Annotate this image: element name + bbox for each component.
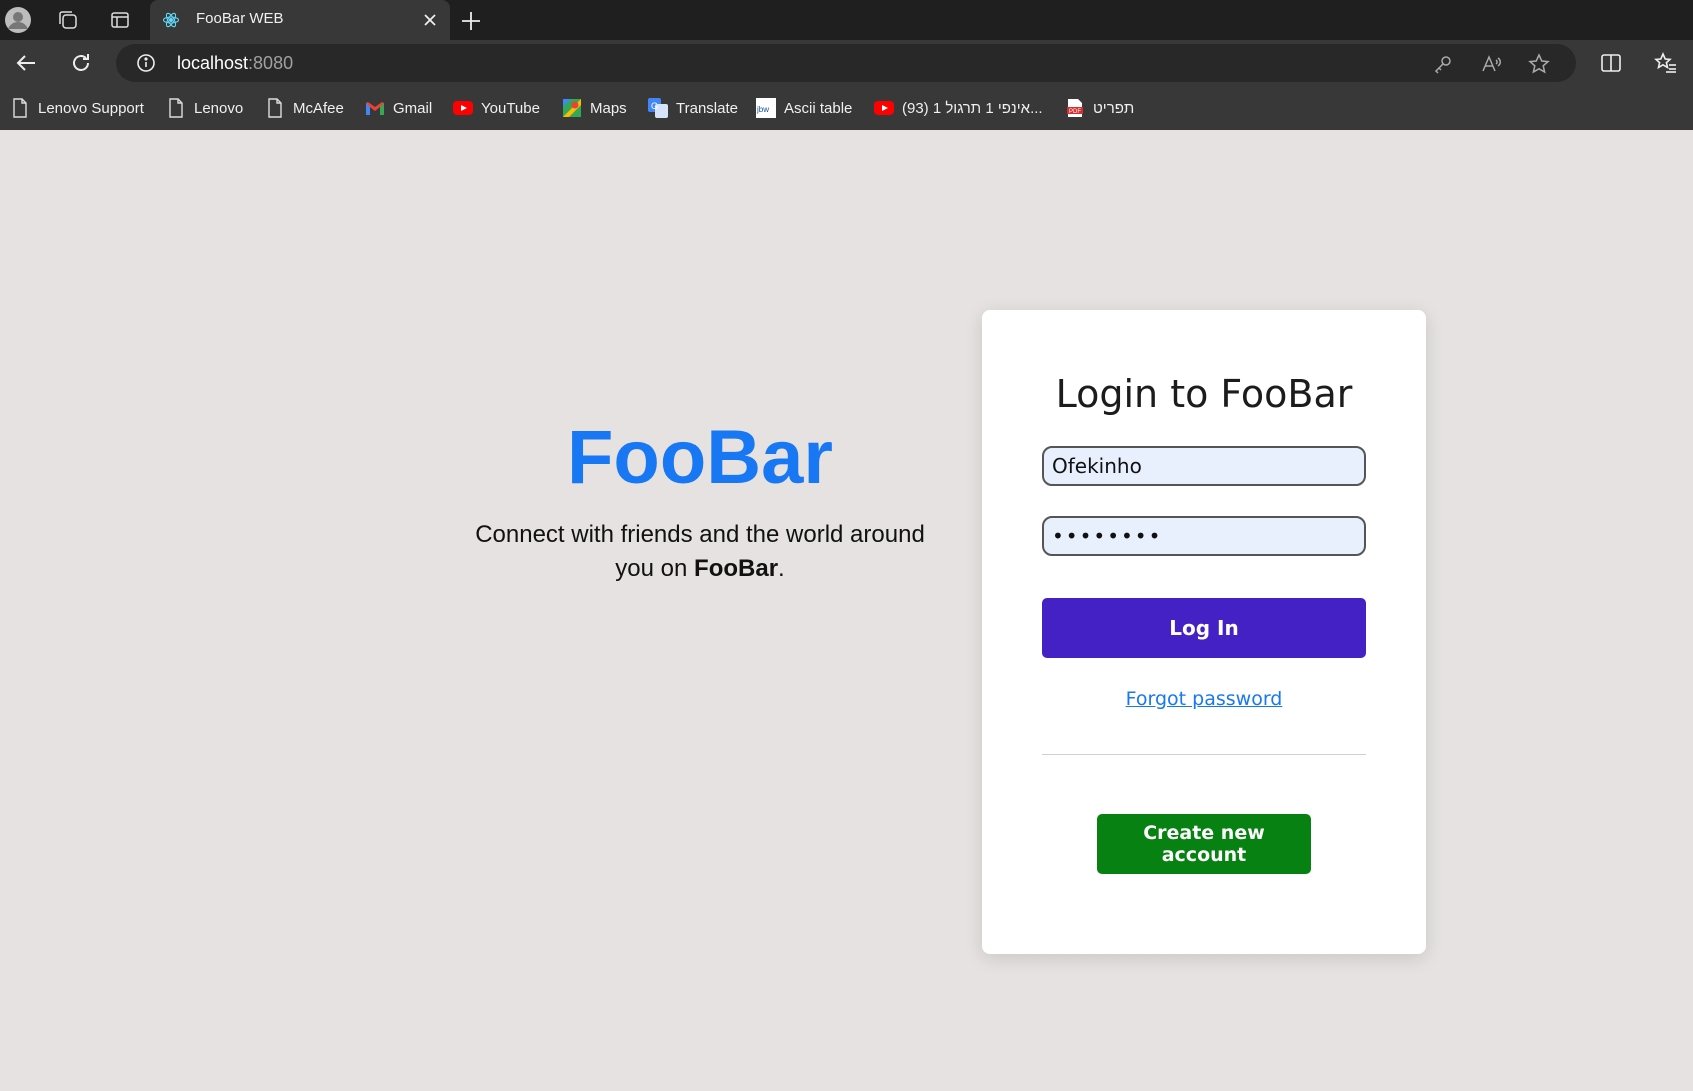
- bookmark-lenovo[interactable]: Lenovo: [166, 97, 243, 119]
- bookmark-label: Gmail: [393, 99, 433, 117]
- new-tab-icon[interactable]: [458, 8, 484, 34]
- bookmark-label: Translate: [676, 99, 738, 117]
- bookmark-translate[interactable]: G Translate: [648, 97, 738, 119]
- brand-tagline: Connect with friends and the world aroun…: [460, 518, 940, 586]
- bookmark-label: תפריט: [1093, 99, 1135, 117]
- bookmark-label: (93) אינפי 1 תרגול 1...: [902, 99, 1043, 117]
- bookmarks-bar: Lenovo Support Lenovo McAfee Gmail YouTu…: [0, 86, 1693, 130]
- bookmark-youtube[interactable]: YouTube: [453, 97, 540, 119]
- password-input[interactable]: [1042, 516, 1366, 556]
- bookmark-mcafee[interactable]: McAfee: [265, 97, 344, 119]
- page-content: FooBar Connect with friends and the worl…: [0, 130, 1693, 1091]
- gmail-icon: [365, 98, 385, 118]
- bookmark-label: Lenovo Support: [38, 99, 144, 117]
- back-arrow-icon[interactable]: [12, 49, 40, 77]
- svg-text:jbw: jbw: [756, 105, 769, 114]
- react-icon: [162, 12, 180, 28]
- bookmark-label: Ascii table: [784, 99, 853, 117]
- url-text: localhost:8080: [177, 53, 293, 74]
- address-bar[interactable]: localhost:8080: [116, 44, 1576, 82]
- tagline-end: .: [778, 555, 785, 582]
- bookmark-label: Lenovo: [194, 99, 244, 117]
- bookmark-label: McAfee: [293, 99, 344, 117]
- page-icon: [265, 98, 285, 118]
- divider: [1042, 754, 1366, 755]
- site-info-icon[interactable]: [136, 53, 156, 73]
- url-port: :8080: [248, 53, 294, 73]
- pdf-icon: PDF: [1065, 98, 1085, 118]
- brand-logo-title: FooBar: [567, 415, 833, 500]
- forgot-password-link[interactable]: Forgot password: [982, 688, 1426, 710]
- browser-chrome: FooBar WEB localhost:8080 Lenovo Support…: [0, 0, 1693, 130]
- bookmark-menu-pdf[interactable]: PDF תפריט: [1065, 97, 1134, 119]
- split-screen-icon[interactable]: [1597, 49, 1625, 77]
- youtube-icon: [453, 98, 473, 118]
- bookmark-ascii-table[interactable]: jbw Ascii table: [756, 97, 852, 119]
- browser-toolbar: localhost:8080: [0, 40, 1693, 86]
- bookmark-lenovo-support[interactable]: Lenovo Support: [10, 97, 144, 119]
- read-aloud-icon[interactable]: [1480, 53, 1502, 75]
- tagline-brand: FooBar: [694, 555, 779, 582]
- youtube-icon: [874, 98, 894, 118]
- bookmark-label: YouTube: [481, 99, 540, 117]
- close-tab-icon[interactable]: [422, 12, 438, 28]
- bookmark-youtube-infi[interactable]: (93) אינפי 1 תרגול 1...: [874, 97, 1043, 119]
- tab-actions-icon[interactable]: [106, 6, 134, 34]
- page-icon: [10, 98, 30, 118]
- translate-icon: G: [648, 98, 668, 118]
- brand-section: FooBar Connect with friends and the worl…: [460, 420, 940, 586]
- maps-icon: [562, 98, 582, 118]
- tab-foobar[interactable]: FooBar WEB: [150, 0, 450, 40]
- jbw-icon: jbw: [756, 98, 776, 118]
- username-input[interactable]: [1042, 446, 1366, 486]
- page-icon: [166, 98, 186, 118]
- bookmark-maps[interactable]: Maps: [562, 97, 627, 119]
- svg-text:G: G: [651, 101, 658, 111]
- profile-avatar-icon[interactable]: [4, 6, 32, 34]
- tab-title: FooBar WEB: [196, 10, 284, 27]
- create-account-button[interactable]: Create new account: [1097, 814, 1311, 874]
- svg-text:PDF: PDF: [1069, 109, 1081, 115]
- login-title: Login to FooBar: [1055, 372, 1353, 416]
- login-button[interactable]: Log In: [1042, 598, 1366, 658]
- tab-strip: FooBar WEB: [0, 0, 1693, 40]
- url-host: localhost: [177, 53, 249, 73]
- password-key-icon[interactable]: [1432, 53, 1454, 75]
- login-card: Login to FooBar Log In Forgot password C…: [982, 310, 1426, 954]
- collections-icon[interactable]: [54, 6, 82, 34]
- favorites-list-icon[interactable]: [1652, 49, 1680, 77]
- bookmark-label: Maps: [590, 99, 627, 117]
- bookmark-gmail[interactable]: Gmail: [365, 97, 432, 119]
- refresh-icon[interactable]: [67, 49, 95, 77]
- favorite-star-icon[interactable]: [1528, 53, 1550, 75]
